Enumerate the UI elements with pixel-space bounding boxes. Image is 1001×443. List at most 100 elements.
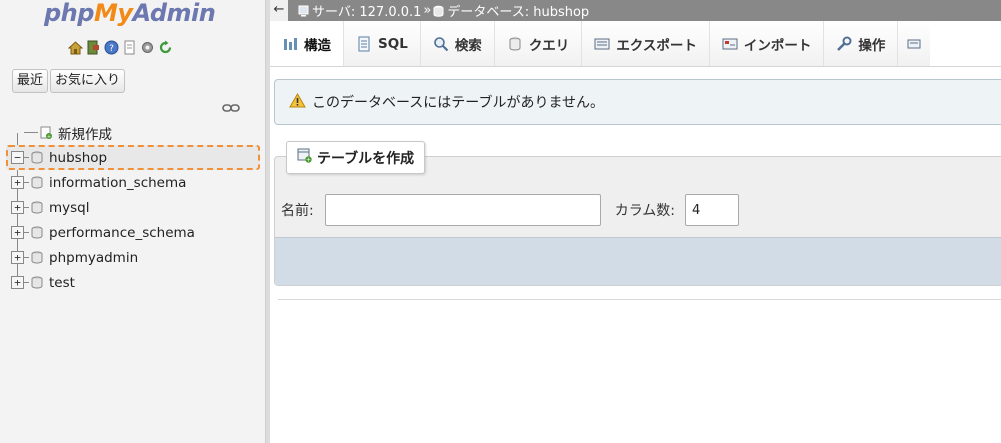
breadcrumb-database-label: データベース: hubshop: [447, 5, 590, 20]
search-icon: [433, 36, 449, 52]
create-table-form: 名前: カラム数:: [281, 194, 740, 226]
tab-structure[interactable]: 構造: [270, 21, 344, 66]
tree-item-hubshop[interactable]: − hubshop: [6, 145, 260, 170]
home-icon[interactable]: [68, 40, 83, 55]
navigation-tabs: 最近 お気に入り: [12, 69, 126, 93]
tab-operations[interactable]: 操作: [824, 21, 899, 66]
breadcrumb-separator: »: [423, 3, 432, 18]
quick-links: ?: [68, 40, 173, 58]
tab-export[interactable]: エクスポート: [582, 21, 710, 66]
docs-icon[interactable]: [122, 40, 137, 55]
tree-branch: [24, 257, 29, 258]
database-icon: [31, 176, 43, 189]
tab-label: 操作: [858, 37, 886, 54]
tree-branch: [24, 207, 29, 208]
expand-icon[interactable]: +: [11, 176, 24, 189]
export-icon: [594, 36, 610, 52]
database-tree: + 新規作成 − hubshop + information_schema +: [6, 120, 262, 295]
tab-label: SQL: [378, 35, 408, 52]
database-label: phpmyadmin: [49, 249, 139, 266]
logo-part-my: My: [93, 0, 133, 27]
tree-branch: [24, 232, 29, 233]
table-name-input[interactable]: [324, 194, 601, 226]
expand-icon[interactable]: +: [11, 226, 24, 239]
breadcrumb: ← サーバ: 127.0.0.1 » データベース: hubshop: [270, 0, 1001, 21]
collapse-icon[interactable]: −: [11, 151, 24, 164]
tab-label: 検索: [454, 37, 482, 54]
top-menu: 構造 SQL 検索 クエリ エクスポート インポート 操作: [270, 21, 1001, 67]
phpmyadmin-logo[interactable]: phpMyAdmin: [44, 0, 216, 27]
link-icon[interactable]: [222, 102, 240, 112]
database-label: information_schema: [49, 174, 187, 191]
tab-label: エクスポート: [616, 37, 697, 54]
tree-item-mysql[interactable]: + mysql: [8, 195, 262, 220]
breadcrumb-server[interactable]: サーバ: 127.0.0.1: [298, 1, 421, 20]
database-icon: [31, 251, 43, 264]
tree-item-information-schema[interactable]: + information_schema: [8, 170, 262, 195]
database-label: performance_schema: [49, 224, 195, 241]
reload-icon[interactable]: [158, 40, 173, 55]
tree-branch: [24, 182, 29, 183]
tab-label: インポート: [743, 37, 812, 54]
tree-branch: [24, 157, 29, 158]
tab-label: 構造: [304, 37, 331, 54]
tab-sql[interactable]: SQL: [344, 21, 421, 66]
main-content: このデータベースにはテーブルがありません。 + テーブルを作成 名前: カラム数…: [270, 67, 1001, 443]
database-label: test: [49, 274, 75, 291]
tree-item-test[interactable]: + test: [8, 270, 262, 295]
database-icon: [31, 226, 43, 239]
notice-box: このデータベースにはテーブルがありません。: [274, 79, 1001, 125]
database-icon: [31, 201, 43, 214]
tree-item-performance-schema[interactable]: + performance_schema: [8, 220, 262, 245]
help-icon[interactable]: ?: [104, 40, 119, 55]
database-label: hubshop: [49, 149, 108, 166]
more-icon: [906, 36, 922, 52]
tab-more[interactable]: [898, 21, 931, 66]
sql-icon: [356, 36, 372, 52]
tab-import[interactable]: インポート: [709, 21, 825, 66]
new-database-label: 新規作成: [58, 126, 112, 143]
tree-item-phpmyadmin[interactable]: + phpmyadmin: [8, 245, 262, 270]
expand-icon[interactable]: +: [11, 201, 24, 214]
svg-text:+: +: [47, 134, 51, 139]
tree-branch: [24, 132, 38, 133]
tree-item-new[interactable]: + 新規作成: [8, 120, 262, 145]
svg-text:+: +: [306, 157, 311, 163]
tab-query[interactable]: クエリ: [494, 21, 583, 66]
import-icon: [722, 36, 738, 52]
columns-label: カラム数:: [614, 203, 676, 219]
tab-search[interactable]: 検索: [420, 21, 495, 66]
logo-part-php: php: [44, 0, 94, 27]
server-icon: [298, 5, 309, 17]
operations-icon: [836, 36, 852, 52]
column-count-input[interactable]: [685, 194, 740, 226]
exit-icon[interactable]: [86, 40, 101, 55]
svg-text:?: ?: [109, 44, 114, 54]
expand-icon[interactable]: +: [11, 276, 24, 289]
expand-icon[interactable]: +: [11, 251, 24, 264]
create-table-legend: + テーブルを作成: [286, 141, 426, 174]
navigation-panel: phpMyAdmin ? 最近 お気に入り + 新規作成 − hubshop +…: [0, 0, 266, 443]
settings-icon[interactable]: [140, 40, 155, 55]
name-label: 名前:: [281, 203, 314, 219]
breadcrumb-database[interactable]: データベース: hubshop: [433, 1, 589, 20]
tab-label: クエリ: [528, 37, 570, 54]
recent-tab[interactable]: 最近: [12, 69, 49, 93]
favorites-tab[interactable]: お気に入り: [50, 69, 126, 93]
tree-branch: [24, 282, 29, 283]
notice-text: このデータベースにはテーブルがありません。: [312, 95, 605, 111]
logo-part-admin: Admin: [132, 0, 216, 27]
divider: [278, 299, 1001, 300]
fieldset-footer: [275, 237, 1001, 285]
database-icon: [433, 5, 444, 17]
back-arrow-icon[interactable]: ←: [270, 0, 288, 21]
structure-icon: [282, 36, 298, 52]
database-icon: [31, 276, 43, 289]
query-icon: [507, 36, 523, 52]
new-database-icon: +: [40, 126, 52, 140]
create-table-fieldset: + テーブルを作成 名前: カラム数:: [274, 141, 1001, 286]
database-icon: [31, 151, 43, 164]
warning-icon: [289, 92, 306, 112]
database-label: mysql: [49, 199, 90, 216]
breadcrumb-server-label: サーバ: 127.0.0.1: [312, 5, 422, 20]
